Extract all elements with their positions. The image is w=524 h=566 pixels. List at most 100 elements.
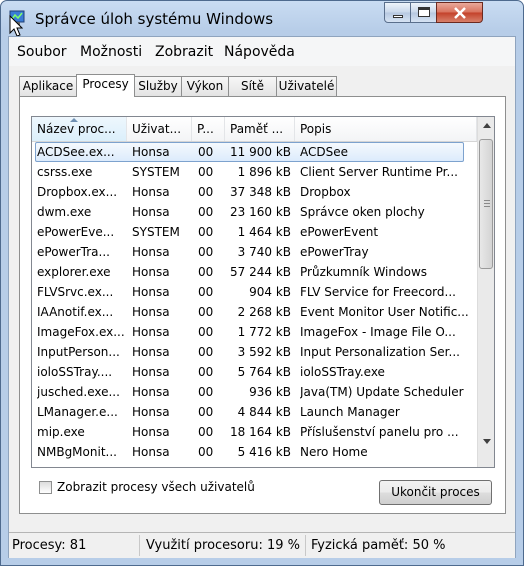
column-header-memory[interactable]: Paměť ...: [225, 117, 295, 141]
cell-cpu: 00: [198, 425, 214, 439]
cell-memory: 37 348 kB: [230, 185, 291, 199]
cell-user: Honsa: [132, 325, 170, 339]
process-list[interactable]: Název proc... Uživat... P... Paměť ... P…: [31, 116, 495, 468]
status-bar: Procesy: 81 Využití procesoru: 19 % Fyzi…: [9, 532, 515, 558]
cell-cpu: 00: [198, 365, 214, 379]
cell-memory: 5 764 kB: [237, 365, 291, 379]
cell-description: Input Personalization Ser...: [300, 345, 460, 359]
cell-process-name: dwm.exe: [37, 205, 92, 219]
cell-cpu: 00: [198, 225, 214, 239]
table-row[interactable]: FLVSrvc.ex... Honsa 00 904 kB FLV Service fo…: [32, 282, 477, 302]
vertical-scrollbar[interactable]: [477, 117, 494, 467]
cell-memory: 936 kB: [249, 385, 291, 399]
cell-process-name: LManager.e...: [37, 405, 118, 419]
table-row[interactable]: ePowerEve... SYSTEM 00 1 464 kB ePowerEvent: [32, 222, 477, 242]
cell-user: Honsa: [132, 245, 170, 259]
cell-process-name: csrss.exe: [37, 165, 93, 179]
tab-uzivatele[interactable]: Uživatelé: [276, 76, 337, 96]
table-row[interactable]: Dropbox.ex... Honsa 00 37 348 kB Dropbox: [32, 182, 477, 202]
column-header-user[interactable]: Uživat...: [127, 117, 192, 141]
table-row[interactable]: IAAnotif.ex... Honsa 00 2 268 kB Event Monit…: [32, 302, 477, 322]
cell-process-name: ACDSee.ex...: [37, 145, 115, 159]
scroll-up-arrow-icon: [483, 123, 491, 128]
cell-memory: 23 160 kB: [230, 205, 291, 219]
cell-description: Příslušenství panelu pro ...: [300, 425, 459, 439]
minimize-icon: [393, 15, 403, 18]
show-all-users-checkbox[interactable]: [39, 481, 52, 494]
menu-zobrazit[interactable]: Zobrazit: [155, 44, 213, 60]
status-divider: [139, 535, 140, 556]
cell-description: Java(TM) Update Scheduler: [300, 385, 464, 399]
tab-aplikace[interactable]: Aplikace: [19, 76, 77, 96]
table-row[interactable]: mip.exe Honsa 00 18 164 kB Příslušenství pan…: [32, 422, 477, 442]
cell-memory: 5 416 kB: [237, 445, 291, 459]
cell-user: Honsa: [132, 305, 170, 319]
table-row[interactable]: ImageFox.ex... Honsa 00 1 772 kB ImageFox - …: [32, 322, 477, 342]
table-row[interactable]: LManager.e... Honsa 00 4 844 kB Launch Manag…: [32, 402, 477, 422]
table-row[interactable]: explorer.exe Honsa 00 57 244 kB Průzkumník W…: [32, 262, 477, 282]
cell-user: Honsa: [132, 265, 170, 279]
status-divider: [305, 535, 306, 556]
table-row[interactable]: ePowerTra... Honsa 00 3 740 kB ePowerTray: [32, 242, 477, 262]
cell-user: Honsa: [132, 425, 170, 439]
cell-memory: 18 164 kB: [230, 425, 291, 439]
table-row[interactable]: NMBgMonit... Honsa 00 5 416 kB Nero Home: [32, 442, 477, 462]
cell-description: ePowerTray: [300, 245, 369, 259]
cell-process-name: ioloSSTray....: [37, 365, 113, 379]
tab-site[interactable]: Sítě: [228, 76, 277, 96]
cell-memory: 2 268 kB: [237, 305, 291, 319]
scroll-thumb[interactable]: [479, 139, 493, 269]
table-row[interactable]: csrss.exe SYSTEM 00 1 896 kB Client Server R…: [32, 162, 477, 182]
title-bar[interactable]: Správce úloh systému Windows: [1, 1, 523, 37]
cell-cpu: 00: [198, 345, 214, 359]
menu-moznosti[interactable]: Možnosti: [80, 44, 142, 60]
tab-procesy[interactable]: Procesy: [76, 74, 135, 97]
column-header-description[interactable]: Popis: [295, 117, 477, 141]
show-all-users-label: Zobrazit procesy všech uživatelů: [57, 480, 255, 494]
maximize-icon: [418, 7, 430, 17]
scroll-down-button[interactable]: [478, 433, 494, 450]
cell-memory: 3 740 kB: [237, 245, 291, 259]
cell-description: ioloSSTray.exe: [300, 365, 385, 379]
table-row[interactable]: dwm.exe Honsa 00 23 160 kB Správce oken ploc…: [32, 202, 477, 222]
menu-soubor[interactable]: Soubor: [17, 44, 67, 60]
cell-description: Správce oken plochy: [300, 205, 425, 219]
cell-description: Launch Manager: [300, 405, 400, 419]
tab-sluzby[interactable]: Služby: [134, 76, 182, 96]
cell-cpu: 00: [198, 185, 214, 199]
cell-cpu: 00: [198, 445, 214, 459]
cell-user: Honsa: [132, 365, 170, 379]
maximize-button[interactable]: [410, 2, 437, 23]
table-row[interactable]: jusched.exe... Honsa 00 936 kB Java(TM) Upda…: [32, 382, 477, 402]
cell-process-name: ePowerTra...: [37, 245, 110, 259]
cell-user: Honsa: [132, 285, 170, 299]
window-title: Správce úloh systému Windows: [35, 10, 274, 28]
column-header-name[interactable]: Název proc...: [32, 117, 127, 141]
cell-user: SYSTEM: [132, 225, 180, 239]
status-process-count: Procesy: 81: [12, 538, 87, 553]
table-row[interactable]: InputPerson... Honsa 00 3 592 kB Input Perso…: [32, 342, 477, 362]
client-area: Soubor Možnosti Zobrazit Nápověda Aplika…: [8, 36, 516, 558]
close-button[interactable]: [436, 2, 483, 23]
status-physical-memory: Fyzická paměť: 50 %: [311, 538, 446, 553]
grip-line: [484, 200, 490, 201]
end-process-button[interactable]: Ukončit proces: [379, 480, 492, 505]
list-header: Název proc... Uživat... P... Paměť ... P…: [32, 117, 477, 142]
minimize-button[interactable]: [384, 2, 411, 23]
cell-cpu: 00: [198, 205, 214, 219]
cell-memory: 1 464 kB: [237, 225, 291, 239]
cell-cpu: 00: [198, 245, 214, 259]
cell-process-name: ePowerEve...: [37, 225, 115, 239]
cell-process-name: Dropbox.ex...: [37, 185, 118, 199]
table-row[interactable]: ACDSee.ex... Honsa 00 11 900 kB ACDSee: [32, 142, 477, 162]
cell-cpu: 00: [198, 285, 214, 299]
tab-vykon[interactable]: Výkon: [181, 76, 229, 96]
cell-cpu: 00: [198, 325, 214, 339]
cell-user: Honsa: [132, 445, 170, 459]
column-header-cpu[interactable]: P...: [192, 117, 225, 141]
table-row[interactable]: ioloSSTray.... Honsa 00 5 764 kB ioloSSTray.…: [32, 362, 477, 382]
scroll-up-button[interactable]: [478, 117, 494, 134]
cell-user: Honsa: [132, 185, 170, 199]
menu-napoveda[interactable]: Nápověda: [224, 44, 295, 60]
cell-process-name: jusched.exe...: [37, 385, 120, 399]
